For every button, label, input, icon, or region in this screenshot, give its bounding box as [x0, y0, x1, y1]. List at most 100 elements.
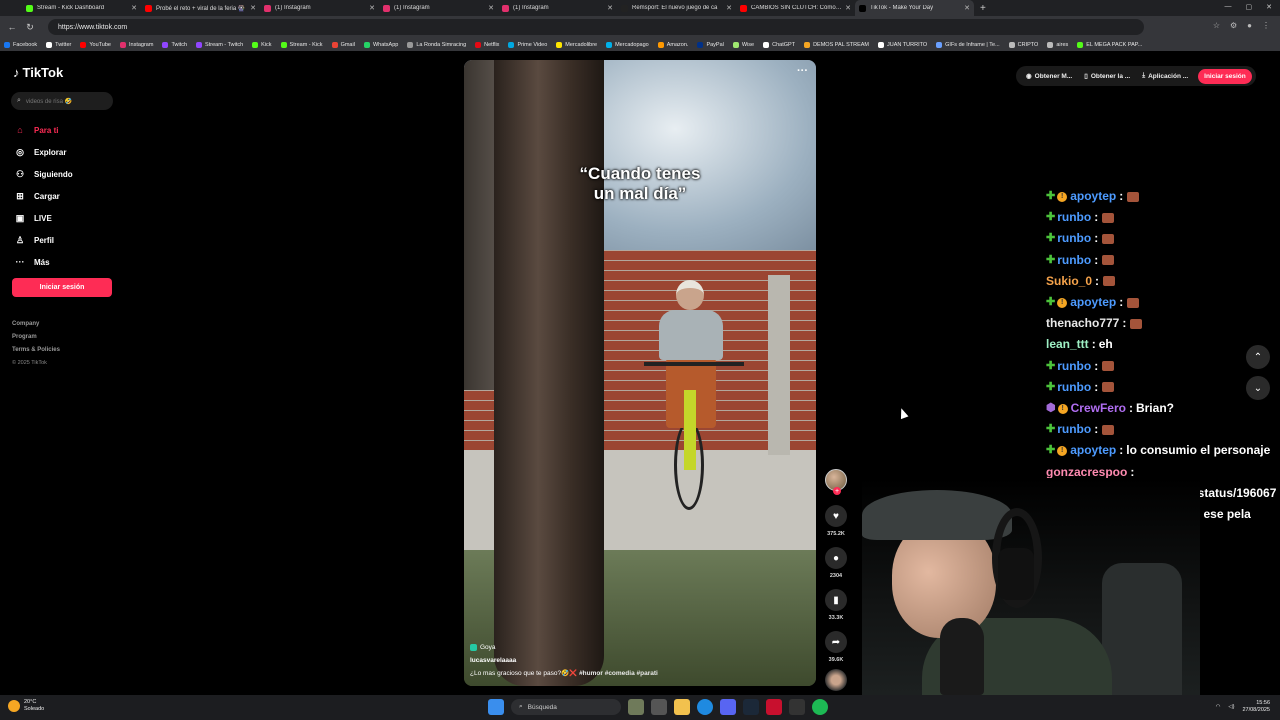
chat-username[interactable]: apoytep	[1070, 292, 1116, 313]
sidebar-item-más[interactable]: ··· Más	[13, 251, 73, 273]
bookmark-item[interactable]: Prime Video	[508, 41, 547, 48]
bookmark-item[interactable]: ChatGPT	[763, 41, 795, 48]
save-action[interactable]: ▮ 33.3K	[825, 589, 847, 621]
chat-username[interactable]: runbo	[1057, 250, 1091, 271]
bookmark-item[interactable]: Twitch	[162, 41, 187, 48]
login-button[interactable]: Iniciar sesión	[12, 278, 112, 297]
chat-username[interactable]: thenacho777	[1046, 313, 1119, 334]
clock[interactable]: 15:56 27/08/2025	[1242, 700, 1270, 714]
follow-plus-icon[interactable]: +	[833, 487, 841, 495]
star-icon[interactable]: ☆	[1213, 21, 1220, 30]
browser-tab[interactable]: CAMBIOS SIN CLUTCH: Cómo ar ✕	[736, 0, 855, 16]
browser-tab[interactable]: Stream - Kick Dashboard ✕	[22, 0, 141, 16]
new-tab-button[interactable]: +	[980, 3, 986, 14]
sidebar-item-live[interactable]: ▣ LIVE	[13, 207, 73, 229]
tab-close-icon[interactable]: ✕	[845, 4, 851, 12]
video-author[interactable]: lucasvarelaaaa	[470, 654, 658, 667]
tab-close-icon[interactable]: ✕	[250, 4, 256, 12]
bookmark-item[interactable]: La Ronda Simracing	[407, 41, 466, 48]
extensions-icon[interactable]: ⚙	[1230, 21, 1237, 30]
browser-tab[interactable]: (1) Instagram ✕	[260, 0, 379, 16]
profile-avatar[interactable]: ●	[1247, 21, 1252, 30]
music-label[interactable]: Goya	[470, 641, 658, 654]
bookmark-item[interactable]: Mercadopago	[606, 41, 649, 48]
bookmark-item[interactable]: Wise	[732, 41, 754, 48]
footer-link-terms[interactable]: Terms & Policies	[12, 344, 60, 357]
share-icon[interactable]: ➦	[825, 631, 847, 653]
heart-icon[interactable]: ♥	[825, 505, 847, 527]
hashtags[interactable]: #humor #comedia #parati	[579, 670, 658, 677]
get-app-button[interactable]: ▯ Obtener la ...	[1078, 72, 1136, 81]
weather-widget[interactable]: 20°C Soleado	[8, 699, 44, 713]
widget-icon[interactable]	[628, 699, 644, 715]
footer-link-program[interactable]: Program	[12, 331, 60, 344]
chat-username[interactable]: runbo	[1057, 228, 1091, 249]
browser-tab[interactable]: (1) Instagram ✕	[498, 0, 617, 16]
back-icon[interactable]: ←	[6, 21, 18, 33]
browser-tab[interactable]: TikTok - Make Your Day ✕	[855, 0, 974, 16]
get-coins-button[interactable]: ◉ Obtener M...	[1020, 72, 1078, 81]
bookmark-item[interactable]: CRIPTO	[1008, 41, 1038, 48]
bookmark-item[interactable]: PayPal	[697, 41, 724, 48]
close-window-button[interactable]: ✕	[1266, 3, 1272, 11]
volume-icon[interactable]: ◁)	[1228, 704, 1234, 710]
bookmark-item[interactable]: Gmail	[331, 41, 355, 48]
bookmark-item[interactable]: GIFs de Inframe | Te...	[936, 41, 1000, 48]
bookmark-item[interactable]: EL MEGA PACK PAP...	[1077, 41, 1142, 48]
maximize-button[interactable]: ▢	[1246, 3, 1253, 11]
tab-close-icon[interactable]: ✕	[488, 4, 494, 12]
chat-username[interactable]: runbo	[1057, 419, 1091, 440]
browser-tab[interactable]: (1) Instagram ✕	[379, 0, 498, 16]
steam-icon[interactable]	[743, 699, 759, 715]
tiktok-logo[interactable]: ♪ TikTok	[13, 65, 63, 80]
tab-close-icon[interactable]: ✕	[369, 4, 375, 12]
chat-username[interactable]: runbo	[1057, 207, 1091, 228]
video-player[interactable]: “Cuando tenes un mal día” ··· Goya lucas…	[464, 60, 816, 686]
address-bar[interactable]: https://www.tiktok.com	[48, 19, 1144, 35]
sidebar-item-para-ti[interactable]: ⌂ Para ti	[13, 119, 73, 141]
tab-close-icon[interactable]: ✕	[607, 4, 613, 12]
sidebar-item-explorar[interactable]: ◎ Explorar	[13, 141, 73, 163]
tab-close-icon[interactable]: ✕	[131, 4, 137, 12]
comment-icon[interactable]: ●	[825, 547, 847, 569]
discord-icon[interactable]	[720, 699, 736, 715]
app-icon[interactable]	[766, 699, 782, 715]
taskbar-search[interactable]: ⌕ Búsqueda	[511, 699, 621, 715]
like-action[interactable]: ♥ 375.2K	[825, 505, 847, 537]
bookmark-icon[interactable]: ▮	[825, 589, 847, 611]
sidebar-item-perfil[interactable]: ♙ Perfil	[13, 229, 73, 251]
chat-username[interactable]: runbo	[1057, 377, 1091, 398]
bookmark-item[interactable]: Amazon.	[657, 41, 688, 48]
wifi-icon[interactable]: ◠	[1216, 704, 1221, 710]
chat-username[interactable]: CrewFero	[1071, 398, 1126, 419]
spotify-icon[interactable]	[812, 699, 828, 715]
chat-username[interactable]: runbo	[1057, 356, 1091, 377]
sidebar-item-cargar[interactable]: ⊞ Cargar	[13, 185, 73, 207]
obs-icon[interactable]	[789, 699, 805, 715]
task-view-icon[interactable]	[651, 699, 667, 715]
edge-icon[interactable]	[697, 699, 713, 715]
bookmark-item[interactable]: YouTube	[80, 41, 111, 48]
creator-avatar[interactable]: +	[825, 469, 847, 495]
start-icon[interactable]	[488, 699, 504, 715]
bookmark-item[interactable]: Twitter	[46, 41, 71, 48]
bookmark-item[interactable]: Instagram	[119, 41, 153, 48]
bookmark-item[interactable]: JUAN TURRITO	[878, 41, 927, 48]
bookmark-item[interactable]: WhatsApp	[363, 41, 398, 48]
header-login-button[interactable]: Iniciar sesión	[1198, 68, 1252, 84]
minimize-button[interactable]: —	[1225, 3, 1232, 11]
bookmark-item[interactable]: Facebook	[4, 41, 37, 48]
bookmark-item[interactable]: Kick	[252, 41, 272, 48]
sidebar-item-siguiendo[interactable]: ⚇ Siguiendo	[13, 163, 73, 185]
share-action[interactable]: ➦ 39.6K	[825, 631, 847, 663]
bookmark-item[interactable]: DEMOS PAL STREAM	[804, 41, 869, 48]
browser-tab[interactable]: Remsport: El nuevo juego de ca ✕	[617, 0, 736, 16]
file-explorer-icon[interactable]	[674, 699, 690, 715]
comment-action[interactable]: ● 2304	[825, 547, 847, 579]
bookmark-item[interactable]: Stream - Kick	[280, 41, 323, 48]
search-input[interactable]: ⌕ videos de risa 🤣	[11, 92, 113, 110]
bookmark-item[interactable]: Netflix	[475, 41, 499, 48]
more-options-icon[interactable]: ···	[797, 65, 808, 77]
chat-username[interactable]: apoytep	[1070, 440, 1116, 461]
bookmark-item[interactable]: Stream - Twitch	[196, 41, 243, 48]
